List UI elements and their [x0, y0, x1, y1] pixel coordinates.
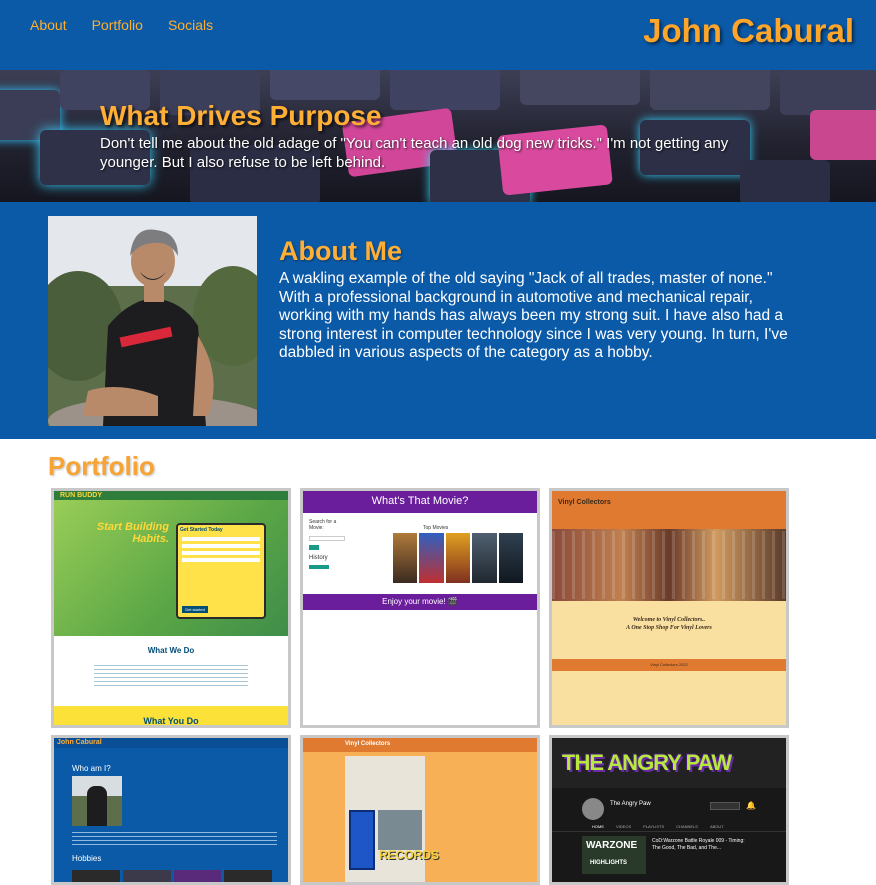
run-buddy-what-you-do: What You Do: [143, 716, 199, 726]
mini-brand: John Cabural: [57, 739, 102, 746]
run-buddy-heading: Start Building Habits.: [96, 521, 169, 545]
mini-hobbies: Hobbies: [72, 854, 102, 863]
movie-app-screenshot: What's That Movie? Search for a Movie: H…: [303, 491, 537, 725]
tab-home: HOME: [592, 824, 604, 829]
mini-who-am-i: Who am I?: [72, 764, 111, 773]
run-buddy-form-button: Get started: [182, 606, 208, 613]
portfolio-card-whats-that-movie[interactable]: What's That Movie? Search for a Movie: H…: [300, 488, 540, 728]
video-thumbnail-game: WARZONE: [586, 840, 638, 851]
run-buddy-form-title: Get Started Today: [180, 527, 223, 533]
about-title: About Me: [279, 236, 402, 266]
portfolio-card-vinyl-collectors-alt[interactable]: Vinyl Collectors RECORDS: [300, 735, 540, 885]
portfolio-card-john-cabural[interactable]: John Cabural Who am I? Hobbies: [51, 735, 291, 885]
nav-portfolio-link[interactable]: Portfolio: [92, 17, 143, 33]
nav-about-link[interactable]: About: [30, 17, 67, 33]
movie-app-history: History: [309, 555, 328, 561]
bell-icon: 🔔: [746, 801, 756, 810]
portfolio-title: Portfolio: [48, 451, 155, 481]
about-section: About Me A wakling example of the old sa…: [0, 202, 876, 439]
tab-channels: CHANNELS: [676, 824, 698, 829]
movie-app-top-movies: Top Movies: [423, 525, 449, 531]
tab-playlists: PLAYLISTS: [643, 824, 665, 829]
run-buddy-what-we-do: What We Do: [147, 646, 195, 655]
vinyl-welcome: Welcome to Vinyl Collectors..: [632, 617, 706, 623]
video-title: CoD:Warzone Battle Royale 009 - Timing: …: [652, 838, 745, 851]
site-brand: John Cabural: [643, 12, 854, 49]
vinyl-collectors-screenshot: Vinyl Collectors Welcome to Vinyl Collec…: [552, 491, 786, 725]
channel-tabs: HOME VIDEOS PLAYLISTS CHANNELS ABOUT: [592, 824, 724, 829]
movie-posters: [393, 533, 524, 583]
movie-app-footer: Enjoy your movie! 🎬: [382, 597, 458, 606]
angry-paw-screenshot: THE ANGRY PAW The Angry Paw 🔔 HOME VIDEO…: [552, 738, 786, 882]
vinyl-title: Vinyl Collectors: [558, 499, 611, 506]
hero-banner: What Drives Purpose Don't tell me about …: [0, 70, 876, 202]
portfolio-card-vinyl-collectors[interactable]: Vinyl Collectors Welcome to Vinyl Collec…: [549, 488, 789, 728]
about-text: A wakling example of the old saying "Jac…: [279, 270, 788, 361]
run-buddy-logo: RUN BUDDY: [60, 492, 102, 499]
tab-about: ABOUT: [709, 824, 724, 829]
portfolio-site-screenshot: John Cabural Who am I? Hobbies: [54, 738, 288, 882]
video-thumbnail-label: HIGHLIGHTS: [590, 860, 627, 866]
portfolio-card-run-buddy[interactable]: RUN BUDDY Start Building Habits. Get Sta…: [51, 488, 291, 728]
tab-videos: VIDEOS: [616, 824, 632, 829]
hero-title: What Drives Purpose: [100, 100, 382, 131]
vinyl-footer: Vinyl Collectors 2022: [650, 662, 688, 667]
hero-text: Don't tell me about the old adage of "Yo…: [100, 135, 729, 171]
run-buddy-screenshot: RUN BUDDY Start Building Habits. Get Sta…: [54, 491, 288, 725]
main-nav: About Portfolio Socials: [30, 17, 213, 33]
portfolio-card-angry-paw[interactable]: THE ANGRY PAW The Angry Paw 🔔 HOME VIDEO…: [549, 735, 789, 885]
profile-photo: [48, 216, 257, 426]
mini-photo: [72, 776, 122, 826]
vinyl-alt-screenshot: Vinyl Collectors RECORDS: [303, 738, 537, 882]
movie-app-title: What's That Movie?: [371, 495, 469, 507]
movie-app-search-label: Search for a Movie:: [309, 519, 337, 531]
channel-name: The Angry Paw: [610, 801, 651, 807]
channel-avatar: [582, 798, 604, 820]
video-thumbnail: WARZONE HIGHLIGHTS: [582, 836, 646, 874]
site-header: About Portfolio Socials John Cabural: [0, 0, 876, 70]
vinyl-tagline: A One Stop Shop For Vinyl Lovers: [626, 625, 712, 631]
angry-paw-banner: THE ANGRY PAW: [562, 750, 732, 775]
vinyl-alt-title: Vinyl Collectors: [345, 741, 391, 747]
vinyl-alt-sign: RECORDS: [379, 848, 440, 862]
nav-socials-link[interactable]: Socials: [168, 17, 213, 33]
